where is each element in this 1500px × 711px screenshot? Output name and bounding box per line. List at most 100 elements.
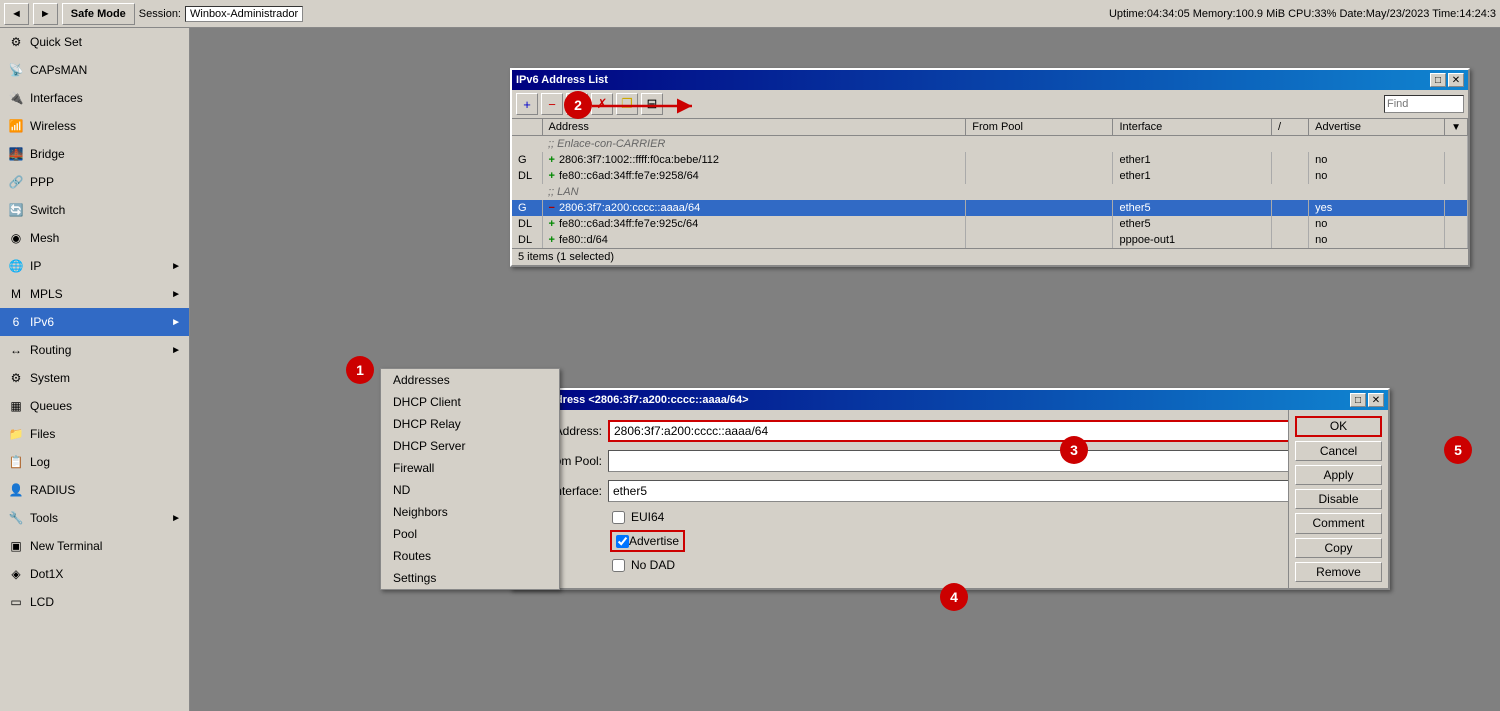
remove-button[interactable]: −	[541, 93, 563, 115]
session-value: Winbox-Administrador	[185, 6, 303, 22]
ok-button[interactable]: OK	[1295, 416, 1382, 437]
advertise-checkbox[interactable]	[616, 535, 629, 548]
sidebar-item-ip[interactable]: 🌐IP►	[0, 252, 189, 280]
table-row[interactable]: DL+fe80::c6ad:34ff:fe7e:9258/64ether1no	[512, 168, 1468, 184]
sidebar-item-system[interactable]: ⚙System	[0, 364, 189, 392]
disable-btn[interactable]: Disable	[1295, 489, 1382, 509]
copy-button[interactable]: Copy	[1295, 538, 1382, 558]
sidebar-item-mpls[interactable]: MMPLS►	[0, 280, 189, 308]
minimize-button[interactable]: □	[1430, 73, 1446, 87]
annotation-1: 1	[346, 356, 374, 384]
interface-cell: ether1	[1113, 168, 1272, 184]
table-row[interactable]: DL+fe80::d/64pppoe-out1no	[512, 232, 1468, 248]
no-dad-label: No DAD	[631, 558, 675, 572]
advertise-cell: no	[1309, 216, 1445, 232]
filter-button[interactable]: ⊟	[641, 93, 663, 115]
sidebar-item-ipv6[interactable]: 6IPv6►	[0, 308, 189, 336]
eui64-checkbox[interactable]	[612, 511, 625, 524]
sidebar-item-files[interactable]: 📁Files	[0, 420, 189, 448]
sidebar-item-capsman[interactable]: 📡CAPsMAN	[0, 56, 189, 84]
edit-close-button[interactable]: ✕	[1368, 393, 1384, 407]
forward-button[interactable]: ►	[33, 3, 58, 25]
submenu-item-firewall[interactable]: Firewall	[381, 457, 559, 479]
table-row[interactable]: G+2806:3f7:1002::ffff:f0ca:bebe/112ether…	[512, 152, 1468, 168]
sidebar-item-lcd[interactable]: ▭LCD	[0, 588, 189, 616]
radius-icon: 👤	[8, 482, 24, 498]
switch-icon: 🔄	[8, 202, 24, 218]
add-button[interactable]: +	[516, 93, 538, 115]
sidebar-label-switch: Switch	[30, 203, 65, 217]
address-cell: +fe80::c6ad:34ff:fe7e:9258/64	[542, 168, 966, 184]
submenu-item-dhcp-relay[interactable]: DHCP Relay	[381, 413, 559, 435]
table-row[interactable]: G−2806:3f7:a200:cccc::aaaa/64ether5yes	[512, 200, 1468, 216]
sidebar-item-mesh[interactable]: ◉Mesh	[0, 224, 189, 252]
address-input[interactable]	[608, 420, 1378, 442]
col-dropdown[interactable]: ▼	[1445, 119, 1468, 136]
system-icon: ⚙	[8, 370, 24, 386]
interface-input[interactable]	[608, 480, 1354, 502]
edit-minimize-button[interactable]: □	[1350, 393, 1366, 407]
submenu-item-settings[interactable]: Settings	[381, 567, 559, 589]
edit-window-controls: □ ✕	[1350, 393, 1384, 407]
files-icon: 📁	[8, 426, 24, 442]
safe-mode-button[interactable]: Safe Mode	[62, 3, 135, 25]
submenu-item-neighbors[interactable]: Neighbors	[381, 501, 559, 523]
submenu-item-routes[interactable]: Routes	[381, 545, 559, 567]
button-panel: OK Cancel Apply Disable Comment Copy Rem…	[1288, 410, 1388, 588]
flag-cell: DL	[512, 232, 542, 248]
sidebar-item-tools[interactable]: 🔧Tools►	[0, 504, 189, 532]
content-area: IPv6 Address List □ ✕ + − ✓ ✗ ❐ ⊟	[190, 28, 1500, 711]
extra-cell	[1445, 216, 1468, 232]
back-button[interactable]: ◄	[4, 3, 29, 25]
advertise-row-highlighted: Advertise	[610, 530, 685, 552]
sidebar-item-routing[interactable]: ↔Routing►	[0, 336, 189, 364]
from-pool-input[interactable]	[608, 450, 1354, 472]
advertise-cell: no	[1309, 168, 1445, 184]
sidebar-item-new-terminal[interactable]: ▣New Terminal	[0, 532, 189, 560]
remove-button[interactable]: Remove	[1295, 562, 1382, 582]
sidebar-item-interfaces[interactable]: 🔌Interfaces	[0, 84, 189, 112]
sidebar-item-quick-set[interactable]: ⚙Quick Set	[0, 28, 189, 56]
sidebar-item-log[interactable]: 📋Log	[0, 448, 189, 476]
submenu-item-dhcp-server[interactable]: DHCP Server	[381, 435, 559, 457]
table-row[interactable]: ;; Enlace-con-CARRIER	[512, 136, 1468, 153]
sidebar-item-ppp[interactable]: 🔗PPP	[0, 168, 189, 196]
mesh-icon: ◉	[8, 230, 24, 246]
sidebar-item-dot1x[interactable]: ◈Dot1X	[0, 560, 189, 588]
submenu-item-pool[interactable]: Pool	[381, 523, 559, 545]
submenu-item-nd[interactable]: ND	[381, 479, 559, 501]
sidebar-item-wireless[interactable]: 📶Wireless	[0, 112, 189, 140]
sidebar-label-ipv6: IPv6	[30, 315, 54, 329]
disable-button[interactable]: ✗	[591, 93, 613, 115]
advertise-cell: no	[1309, 232, 1445, 248]
sidebar-label-log: Log	[30, 455, 50, 469]
find-input[interactable]	[1384, 95, 1464, 113]
col-from-pool[interactable]: From Pool	[966, 119, 1113, 136]
table-row[interactable]: DL+fe80::c6ad:34ff:fe7e:925c/64ether5no	[512, 216, 1468, 232]
comment-button[interactable]: Comment	[1295, 513, 1382, 533]
cancel-button[interactable]: Cancel	[1295, 441, 1382, 461]
status-bar: Uptime:04:34:05 Memory:100.9 MiB CPU:33%…	[1109, 8, 1496, 20]
submenu-item-dhcp-client[interactable]: DHCP Client	[381, 391, 559, 413]
sidebar-item-switch[interactable]: 🔄 Switch	[0, 196, 189, 224]
no-dad-checkbox[interactable]	[612, 559, 625, 572]
flag-cell: DL	[512, 216, 542, 232]
interface-cell: ether5	[1113, 216, 1272, 232]
col-advertise[interactable]: Advertise	[1309, 119, 1445, 136]
table-row[interactable]: ;; LAN	[512, 184, 1468, 200]
copy-toolbar-button[interactable]: ❐	[616, 93, 638, 115]
sidebar-label-mpls: MPLS	[30, 287, 63, 301]
sidebar-item-queues[interactable]: ▦Queues	[0, 392, 189, 420]
col-address[interactable]: Address	[542, 119, 966, 136]
enable-button[interactable]: ✓	[566, 93, 588, 115]
col-interface[interactable]: Interface	[1113, 119, 1272, 136]
apply-button[interactable]: Apply	[1295, 465, 1382, 485]
separator-cell	[1272, 216, 1309, 232]
advertise-cell: yes	[1309, 200, 1445, 216]
close-button[interactable]: ✕	[1448, 73, 1464, 87]
tools-arrow-icon: ►	[171, 513, 181, 524]
sidebar-item-radius[interactable]: 👤RADIUS	[0, 476, 189, 504]
sidebar-item-bridge[interactable]: 🌉Bridge	[0, 140, 189, 168]
submenu-item-addresses[interactable]: Addresses	[381, 369, 559, 391]
col-flag	[512, 119, 542, 136]
